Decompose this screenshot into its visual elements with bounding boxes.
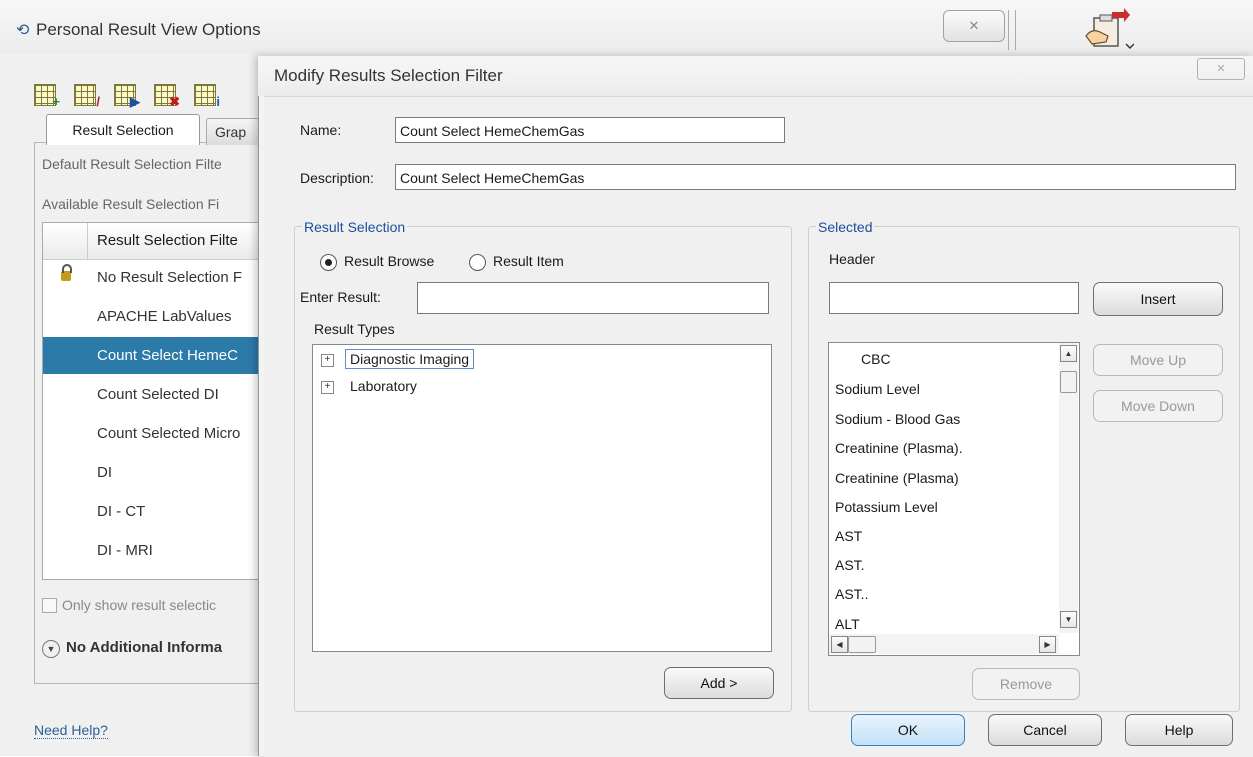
tree-item-diagnostic-imaging[interactable]: Diagnostic Imaging: [345, 349, 475, 369]
selected-group-title: Selected: [816, 219, 875, 235]
scroll-left-icon[interactable]: ◀: [831, 636, 848, 653]
dialog-title: Modify Results Selection Filter: [274, 66, 503, 85]
header-label: Header: [829, 251, 875, 267]
tab-result-selection[interactable]: Result Selection: [46, 114, 200, 145]
list-item[interactable]: Creatinine (Plasma): [835, 470, 959, 486]
ok-button[interactable]: OK: [851, 714, 965, 746]
move-down-button[interactable]: Move Down: [1093, 390, 1223, 422]
edit-filter-icon[interactable]: /: [74, 82, 100, 108]
result-types-tree: + Diagnostic Imaging + Laboratory: [312, 344, 772, 652]
description-label: Description:: [300, 170, 374, 186]
list-item[interactable]: DI - CT: [43, 493, 263, 530]
list-item[interactable]: AST: [835, 528, 862, 544]
clipboard-help-icon[interactable]: [1082, 6, 1134, 54]
list-item[interactable]: ALT: [835, 616, 860, 632]
add-button[interactable]: Add >: [664, 667, 774, 699]
no-additional-info-label[interactable]: No Additional Informa: [66, 639, 222, 656]
title-separator: [1008, 10, 1016, 50]
filter-list-header-label[interactable]: Result Selection Filte: [97, 232, 238, 249]
expand-plus-icon[interactable]: +: [321, 354, 334, 367]
name-label: Name:: [300, 122, 342, 138]
only-show-checkbox[interactable]: [42, 598, 57, 613]
scroll-right-icon[interactable]: ▶: [1039, 636, 1056, 653]
default-filter-label: Default Result Selection Filte: [42, 156, 222, 172]
available-filters-label: Available Result Selection Fi: [42, 196, 220, 212]
app-icon: ⟲: [16, 22, 30, 39]
list-item[interactable]: Count Selected Micro: [43, 415, 263, 452]
result-browse-radio[interactable]: [320, 254, 337, 271]
delete-filter-icon[interactable]: ✖: [154, 82, 180, 108]
filter-list-header: Result Selection Filte: [43, 223, 263, 260]
move-up-button[interactable]: Move Up: [1093, 344, 1223, 376]
header-input[interactable]: [829, 282, 1079, 314]
list-item[interactable]: DI - CR: [43, 567, 263, 579]
info-filter-icon[interactable]: i: [194, 82, 220, 108]
result-item-label[interactable]: Result Item: [493, 253, 564, 269]
scroll-up-icon[interactable]: ▲: [1060, 345, 1077, 362]
result-browse-label[interactable]: Result Browse: [344, 253, 434, 269]
enter-result-label: Enter Result:: [300, 289, 381, 305]
list-item[interactable]: AST.: [835, 557, 865, 573]
list-item[interactable]: CBC: [861, 351, 891, 367]
cancel-button[interactable]: Cancel: [988, 714, 1102, 746]
list-item[interactable]: Potassium Level: [835, 499, 938, 515]
insert-button[interactable]: Insert: [1093, 282, 1223, 316]
only-show-label: Only show result selectic: [62, 597, 217, 613]
list-item[interactable]: AST..: [835, 586, 868, 602]
list-item-selected[interactable]: Count Select HemeC: [43, 337, 263, 374]
dialog-close-button[interactable]: ✕: [1197, 58, 1245, 80]
outer-close-button[interactable]: ✕: [943, 10, 1005, 42]
result-selection-group-title: Result Selection: [302, 219, 408, 235]
list-item[interactable]: Creatinine (Plasma).: [835, 440, 963, 456]
description-field[interactable]: Count Select HemeChemGas: [395, 164, 1236, 190]
lock-icon: [61, 264, 72, 281]
name-field[interactable]: Count Select HemeChemGas: [395, 117, 785, 143]
result-types-label: Result Types: [314, 321, 395, 337]
remove-button[interactable]: Remove: [972, 668, 1080, 700]
list-item[interactable]: Sodium Level: [835, 381, 920, 397]
list-item[interactable]: DI: [43, 454, 263, 491]
expand-plus-icon[interactable]: +: [321, 381, 334, 394]
result-item-radio[interactable]: [469, 254, 486, 271]
expand-chevron-icon[interactable]: ▼: [42, 640, 60, 658]
scroll-down-icon[interactable]: ▼: [1060, 611, 1077, 628]
selected-results-list: CBC Sodium Level Sodium - Blood Gas Crea…: [828, 342, 1080, 656]
scrollbar-thumb[interactable]: [848, 636, 876, 653]
outer-window-title: Personal Result View Options: [36, 20, 261, 39]
need-help-link[interactable]: Need Help?: [34, 722, 108, 739]
list-item[interactable]: Sodium - Blood Gas: [835, 411, 960, 427]
list-item[interactable]: Count Selected DI: [43, 376, 263, 413]
filter-list: Result Selection Filte No Result Selecti…: [42, 222, 264, 580]
header-icon-column[interactable]: [43, 223, 88, 259]
list-item[interactable]: DI - MRI: [43, 532, 263, 569]
list-item[interactable]: No Result Selection F: [43, 259, 263, 296]
list-item[interactable]: APACHE LabValues: [43, 298, 263, 335]
tree-item-laboratory[interactable]: Laboratory: [350, 378, 417, 394]
copy-filter-icon[interactable]: ▶: [114, 82, 140, 108]
scrollbar-thumb[interactable]: [1060, 371, 1077, 393]
enter-result-input[interactable]: [417, 282, 769, 314]
help-button[interactable]: Help: [1125, 714, 1233, 746]
add-filter-icon[interactable]: +: [34, 82, 60, 108]
